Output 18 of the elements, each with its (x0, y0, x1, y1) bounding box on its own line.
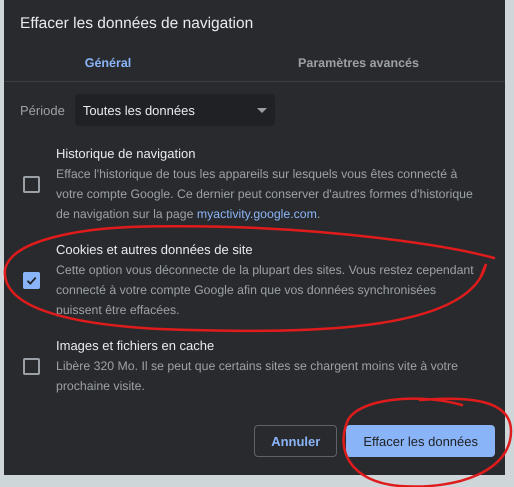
option-title: Historique de navigation (56, 145, 196, 163)
option-title: Cookies et autres données de site (56, 241, 254, 259)
period-dropdown[interactable]: Toutes les données (74, 94, 275, 126)
option-title: Images et fichiers en cache (56, 337, 216, 355)
checkbox[interactable] (22, 272, 40, 288)
tab[interactable]: Général (4, 48, 212, 81)
dialog-title: Effacer les données de navigation (19, 14, 254, 34)
cancel-button[interactable]: Annuler (254, 425, 338, 457)
checkbox[interactable] (22, 358, 40, 374)
dropdown-arrow-icon (256, 108, 267, 112)
checkbox[interactable] (22, 176, 40, 192)
period-label: Période (20, 102, 65, 118)
option-description: Efface l'historique de tous les appareils sur lesquels vous êtes connecté à votre compte Google. Ce dernier peut conserver d'autres formes d'historique de navigation sur la page myactivity.google.com. (56, 166, 474, 223)
activity-link[interactable]: myactivity.google.com (196, 207, 317, 221)
tab[interactable]: Paramètres avancés (212, 48, 505, 81)
option-description: Cette option vous déconnecte de la plupart des sites. Vous restez cependant connecté à votre compte Google afin que vos données synchronisées puissent être effacées. (56, 262, 475, 319)
clear-data-button[interactable]: Effacer les données (346, 425, 495, 457)
option-description: Libère 320 Mo. Il se peut que certains sites se chargent moins vite à votre prochaine visite. (56, 358, 459, 395)
